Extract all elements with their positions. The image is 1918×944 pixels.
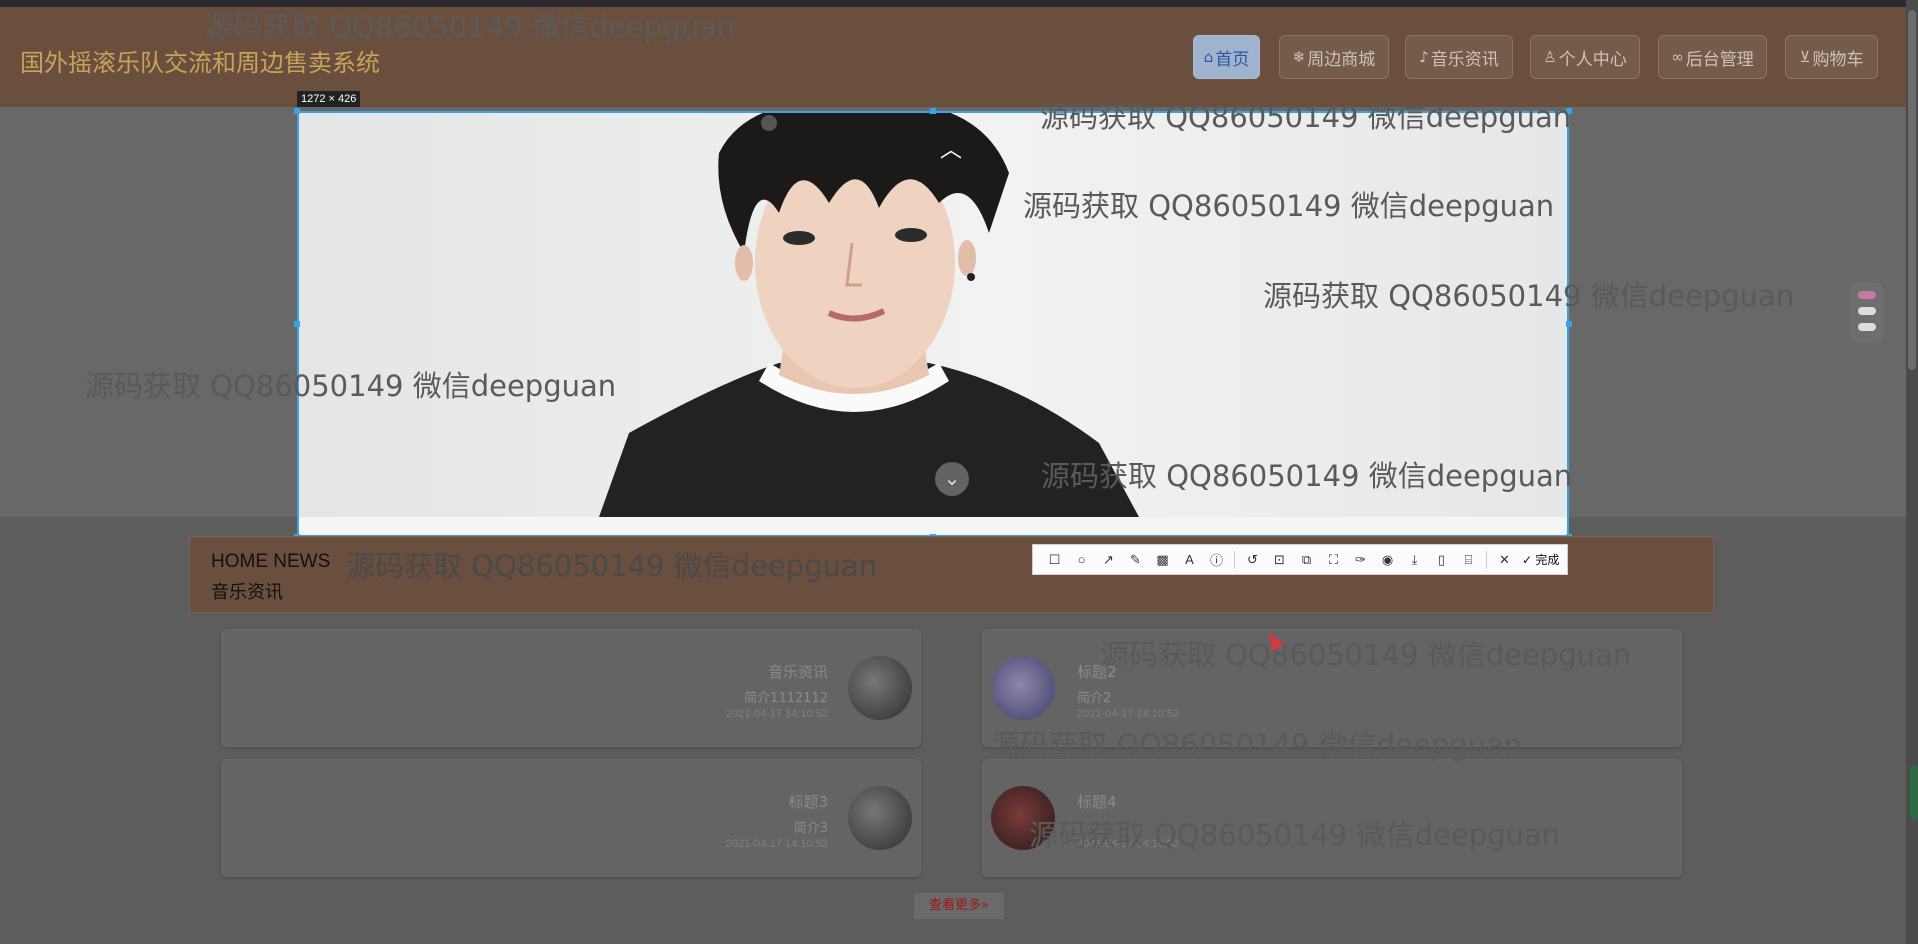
number-icon[interactable]: ⓘ: [1203, 550, 1230, 569]
watermark-text: 源码获取 QQ86050149 微信deepguan: [1041, 459, 1573, 493]
nav-cart[interactable]: ⊻ 购物车: [1785, 35, 1878, 79]
link-icon: ∞: [1671, 48, 1684, 66]
circle-icon[interactable]: ○: [1068, 552, 1095, 567]
news-desc: 简介1112112: [744, 691, 828, 706]
download-icon[interactable]: ⤓: [1401, 552, 1428, 568]
record-icon[interactable]: ◉: [1374, 552, 1401, 568]
rectangle-icon[interactable]: ☐: [1041, 552, 1068, 568]
watermark-text: 源码获取 QQ86050149 微信deepguan: [1100, 638, 1632, 672]
screenshot-toolbar: ☐ ○ ↗ ✎ ▩ A ⓘ ↺ ⊡ ⧉ ⛶ ✑ ◉ ⤓ ▯ ⌸ ✕ ✓ 完成: [1032, 544, 1568, 575]
news-title: 标题4: [1077, 793, 1117, 811]
news-time: 2021-04-17 14:10:52: [725, 708, 828, 720]
toolbar-divider: [1234, 550, 1235, 569]
selection-size-label: 1272 × 426: [297, 91, 361, 107]
arrow-icon[interactable]: ↗: [1095, 552, 1122, 568]
user-icon: ♙: [1543, 48, 1557, 66]
watermark-text: 源码获取 QQ86050149 微信deepguan: [1263, 279, 1795, 313]
resize-handle[interactable]: [930, 108, 936, 114]
watermark-text: 源码获取 QQ86050149 微信deepguan: [991, 728, 1523, 762]
resize-handle[interactable]: [1566, 321, 1572, 327]
nav-user-center[interactable]: ♙ 个人中心: [1530, 35, 1640, 79]
scan-icon[interactable]: ⛶: [1320, 552, 1347, 568]
view-more-link[interactable]: 查看更多»: [914, 893, 1004, 919]
resize-handle[interactable]: [294, 321, 300, 327]
news-time: 2021-04-17 14:10:52: [1077, 708, 1180, 720]
news-thumbnail: [991, 656, 1055, 720]
snowflake-icon: ❄: [1292, 48, 1306, 66]
cart-icon: ⊻: [1799, 48, 1811, 66]
undo-icon[interactable]: ↺: [1239, 552, 1266, 568]
text-icon[interactable]: A: [1176, 552, 1203, 567]
news-time: 2021-04-17 14:10:52: [725, 838, 828, 850]
news-title: 标题3: [788, 793, 828, 811]
widget-dot-icon: [1858, 291, 1876, 299]
watermark-text: 源码获取 QQ86050149 微信deepguan: [1040, 100, 1572, 134]
news-thumbnail: [848, 656, 912, 720]
widget-dot-icon: [1858, 307, 1876, 315]
toolbar-divider: [1486, 550, 1487, 569]
music-icon: ♪: [1419, 48, 1429, 66]
home-news-subtitle: 音乐资讯: [211, 582, 283, 603]
home-icon: ⌂: [1203, 48, 1214, 66]
nav-music-news[interactable]: ♪ 音乐资讯: [1405, 35, 1513, 79]
save-icon[interactable]: ⌸: [1455, 552, 1482, 568]
home-news-title: HOME NEWS: [211, 551, 331, 572]
news-card[interactable]: 音乐资讯 简介1112112 2021-04-17 14:10:52: [221, 629, 921, 747]
nav-admin[interactable]: ∞ 后台管理: [1658, 35, 1767, 79]
watermark-text: 源码获取 QQ86050149 微信deepguan: [1023, 189, 1555, 223]
news-thumbnail: [848, 786, 912, 850]
pencil-icon[interactable]: ✎: [1122, 552, 1149, 568]
news-desc: 简介2: [1077, 691, 1112, 706]
resize-handle[interactable]: [294, 108, 300, 114]
floating-side-widget[interactable]: [1850, 283, 1884, 343]
watermark-text: 源码获取 QQ86050149 微信deepguan: [204, 10, 736, 44]
news-desc: 简介3: [793, 821, 828, 836]
watermark-text: 源码获取 QQ86050149 微信deepguan: [1029, 818, 1561, 852]
watermark-text: 源码获取 QQ86050149 微信deepguan: [346, 549, 878, 583]
widget-dot-icon: [1858, 323, 1876, 331]
translate-icon[interactable]: ⧉: [1293, 552, 1320, 568]
mosaic-icon[interactable]: ▩: [1149, 552, 1176, 568]
nav-home[interactable]: ⌂ 首页: [1193, 35, 1260, 79]
news-card[interactable]: 标题3 简介3 2021-04-17 14:10:52: [221, 759, 921, 877]
pin-icon[interactable]: ✑: [1347, 552, 1374, 568]
scrollbar-thumb[interactable]: [1908, 10, 1916, 370]
news-title: 音乐资讯: [767, 663, 828, 681]
copy-icon[interactable]: ▯: [1428, 552, 1455, 568]
watermark-text: 源码获取 QQ86050149 微信deepguan: [85, 369, 617, 403]
done-button[interactable]: ✓ 完成: [1522, 551, 1559, 568]
close-icon[interactable]: ✕: [1491, 552, 1518, 568]
side-indicator: [1910, 765, 1918, 820]
ocr-icon[interactable]: ⊡: [1266, 552, 1293, 568]
site-title: 国外摇滚乐队交流和周边售卖系统: [20, 49, 380, 77]
nav-merch-store[interactable]: ❄ 周边商城: [1279, 35, 1389, 79]
